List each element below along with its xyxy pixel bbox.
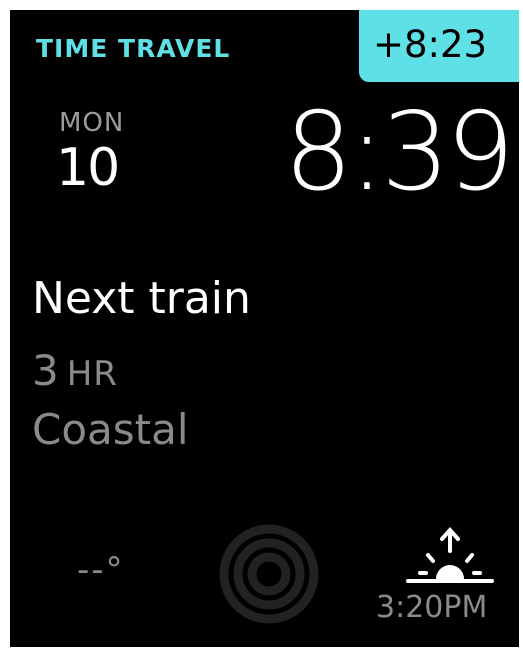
watch-face: TIME TRAVEL +8:23 MON 10 8:39 Next train… xyxy=(10,10,519,647)
time-travel-label: TIME TRAVEL xyxy=(36,34,231,63)
next-train-eta[interactable]: 3 HR xyxy=(32,346,118,405)
activity-rings-icon[interactable] xyxy=(218,523,320,625)
sunrise-icon[interactable] xyxy=(406,525,494,585)
next-train-destination[interactable]: Coastal xyxy=(32,404,189,456)
time-offset-badge[interactable]: +8:23 xyxy=(359,10,519,82)
digital-clock: 8:39 xyxy=(284,90,515,215)
temperature-complication[interactable]: --° xyxy=(77,550,125,590)
day-number: 10 xyxy=(56,138,120,198)
eta-unit: HR xyxy=(66,354,118,394)
sunrise-time-label: 3:20PM xyxy=(376,590,488,625)
weekday-label: MON xyxy=(59,108,125,138)
next-train-title[interactable]: Next train xyxy=(32,273,251,325)
eta-value: 3 xyxy=(32,346,59,395)
